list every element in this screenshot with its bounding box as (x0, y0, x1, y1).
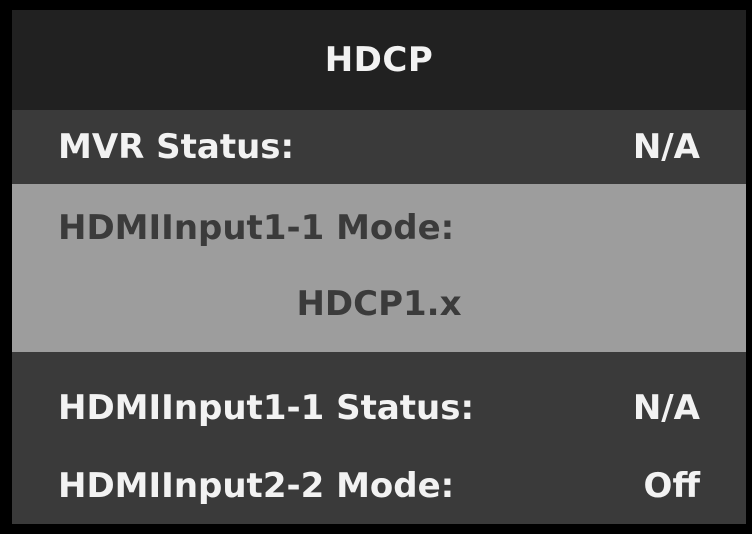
mvr-status-value: N/A (632, 127, 700, 167)
hdmi-input-1-1-mode-label: HDMIInput1-1 Mode: (58, 208, 455, 248)
mvr-status-label: MVR Status: (58, 127, 295, 167)
hdcp-menu-screen: HDCP MVR Status: N/A HDMIInput1-1 Mode: … (12, 10, 746, 524)
page-title: HDCP (324, 40, 434, 80)
menu-item-mvr-status[interactable]: MVR Status: N/A (12, 110, 746, 184)
menu-item-hdmi-input-1-1-mode[interactable]: HDMIInput1-1 Mode: HDCP1.x (12, 184, 746, 352)
title-bar: HDCP (12, 10, 746, 110)
menu-item-hdmi-input-1-1-status[interactable]: HDMIInput1-1 Status: N/A (12, 372, 746, 444)
hdmi-input-1-1-status-value: N/A (632, 388, 700, 428)
hdmi-input-2-2-mode-label: HDMIInput2-2 Mode: (58, 466, 455, 506)
hdmi-input-1-1-status-label: HDMIInput1-1 Status: (58, 388, 475, 428)
hdmi-input-2-2-mode-value: Off (643, 466, 700, 506)
menu-item-hdmi-input-2-2-mode[interactable]: HDMIInput2-2 Mode: Off (12, 450, 746, 522)
hdmi-input-1-1-mode-value[interactable]: HDCP1.x (12, 276, 746, 332)
